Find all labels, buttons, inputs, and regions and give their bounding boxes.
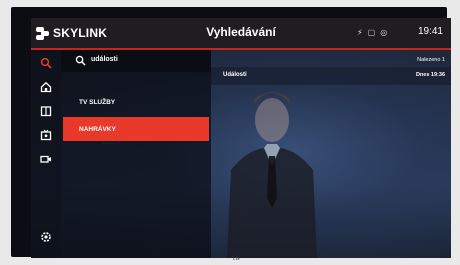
tv-brand-logo: LG [233, 256, 240, 262]
tv-frame: Čt24 SKYLINK Vyhledávání ⚡︎ ▢ ◎ 19:41 [11, 7, 451, 262]
sidebar-item-home[interactable] [39, 80, 53, 94]
result-date: Dnes 19:36 [415, 72, 445, 78]
sidebar [31, 50, 61, 258]
sidebar-item-recordings[interactable] [39, 152, 53, 166]
camera-icon [40, 155, 51, 163]
category-recordings[interactable]: NAHRÁVKY [63, 117, 209, 141]
sidebar-item-settings[interactable] [39, 230, 53, 244]
tv-screen: Čt24 SKYLINK Vyhledávání ⚡︎ ▢ ◎ 19:41 [31, 18, 451, 258]
sidebar-item-library[interactable] [39, 104, 53, 118]
search-icon [40, 57, 52, 69]
presenter-video [227, 92, 317, 258]
status-icons: ⚡︎ ▢ ◎ [357, 28, 387, 38]
settings-icon [41, 232, 51, 242]
bolt-icon: ⚡︎ [357, 28, 363, 37]
screen-icon: ▢ [367, 28, 376, 37]
result-title: Události [223, 72, 247, 78]
result-item[interactable]: Události Dnes 19:36 [211, 67, 451, 85]
category-label: NAHRÁVKY [79, 125, 116, 133]
top-bar: SKYLINK Vyhledávání ⚡︎ ▢ ◎ 19:41 [31, 18, 451, 50]
search-query: události [91, 56, 118, 63]
category-label: TV SLUŽBY [79, 98, 116, 106]
sidebar-item-search[interactable] [39, 56, 53, 70]
search-panel: události TV SLUŽBY NAHRÁVKY [61, 50, 211, 258]
clock: 19:41 [417, 26, 443, 37]
page-title: Vyhledávání [206, 25, 276, 39]
search-input[interactable]: události [61, 50, 211, 72]
record-icon: ◎ [380, 28, 388, 37]
book-icon [40, 106, 52, 117]
sidebar-item-tv-guide[interactable] [39, 128, 53, 142]
category-tv-services[interactable]: TV SLUŽBY [63, 90, 209, 114]
tv-guide-icon [40, 129, 52, 141]
home-icon [40, 81, 52, 93]
search-field-icon [75, 55, 86, 66]
results-count: Nalezeno 1 [417, 57, 445, 63]
